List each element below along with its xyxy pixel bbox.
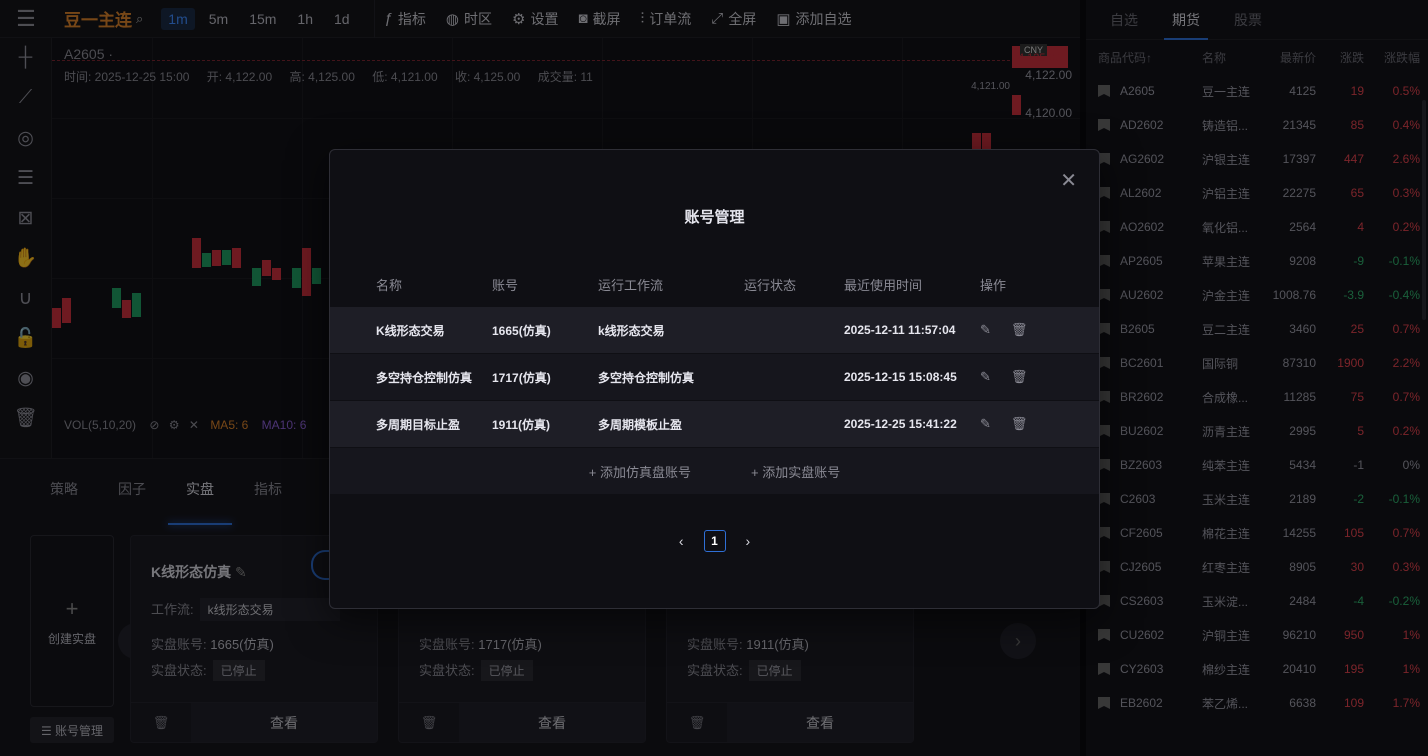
trash-icon[interactable]: 🗑: [1011, 322, 1028, 338]
pagination: ‹ 1 ›: [330, 530, 1099, 552]
header-actions: 操作: [980, 277, 1007, 293]
prev-page-icon[interactable]: ‹: [679, 533, 684, 549]
account-workflow: 多空持仓控制仿真: [598, 370, 695, 385]
add-real-account-button[interactable]: + 添加实盘账号: [751, 462, 840, 481]
account-name: 多周期目标止盈: [376, 417, 461, 432]
edit-icon[interactable]: ✎: [980, 322, 991, 338]
account-last-used: 2025-12-11 11:57:04: [844, 323, 956, 337]
next-page-icon[interactable]: ›: [746, 533, 751, 549]
table-row: 多空持仓控制仿真 1717(仿真) 多空持仓控制仿真 2025-12-15 15…: [330, 354, 1099, 400]
trash-icon[interactable]: 🗑: [1011, 416, 1028, 432]
table-row: K线形态交易 1665(仿真) k线形态交易 2025-12-11 11:57:…: [330, 307, 1099, 353]
trash-icon[interactable]: 🗑: [1011, 369, 1028, 385]
account-workflow: k线形态交易: [598, 323, 665, 338]
account-id: 1665(仿真): [492, 323, 551, 338]
account-table-header: 名称 账号 运行工作流 运行状态 最近使用时间 操作: [330, 268, 1099, 300]
account-manager-dialog: ✕ 账号管理 名称 账号 运行工作流 运行状态 最近使用时间 操作 K线形态交易…: [329, 149, 1100, 609]
header-status: 运行状态: [744, 277, 797, 293]
account-id: 1911(仿真): [492, 417, 551, 432]
account-last-used: 2025-12-25 15:41:22: [844, 417, 957, 431]
header-workflow: 运行工作流: [598, 277, 664, 293]
header-account: 账号: [492, 277, 519, 293]
dialog-title: 账号管理: [684, 209, 745, 226]
account-last-used: 2025-12-15 15:08:45: [844, 370, 957, 384]
header-last-used: 最近使用时间: [844, 277, 923, 293]
account-name: K线形态交易: [376, 323, 445, 338]
account-id: 1717(仿真): [492, 370, 551, 385]
page-number[interactable]: 1: [703, 530, 726, 552]
account-workflow: 多周期模板止盈: [598, 417, 683, 432]
edit-icon[interactable]: ✎: [980, 416, 991, 432]
header-name: 名称: [376, 277, 403, 293]
table-row: 多周期目标止盈 1911(仿真) 多周期模板止盈 2025-12-25 15:4…: [330, 401, 1099, 447]
account-name: 多空持仓控制仿真: [376, 370, 473, 385]
add-sim-account-button[interactable]: + 添加仿真盘账号: [589, 462, 691, 481]
add-account-row: + 添加仿真盘账号 + 添加实盘账号: [330, 448, 1099, 494]
close-icon[interactable]: ✕: [1060, 168, 1077, 193]
edit-icon[interactable]: ✎: [980, 369, 991, 385]
